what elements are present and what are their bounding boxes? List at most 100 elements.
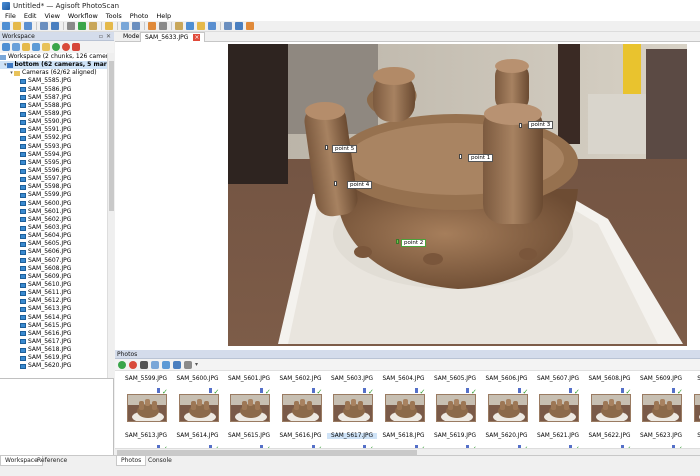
camera-item[interactable]: SAM_5607.JPG	[0, 257, 107, 265]
photo-thumbnail[interactable]: SAM_5603.JPG ✓	[327, 371, 377, 423]
filter-icon[interactable]	[162, 360, 170, 369]
camera-item[interactable]: SAM_5598.JPG	[0, 183, 107, 191]
image-add-icon[interactable]	[186, 22, 194, 30]
chevron-down-icon[interactable]: ▾	[195, 361, 198, 368]
photo-thumbnail[interactable]: SAM_5599.JPG ✓	[121, 371, 171, 423]
shade-icon[interactable]	[208, 22, 216, 30]
disable-icon[interactable]	[62, 43, 70, 51]
rect-select-icon[interactable]	[78, 22, 86, 30]
camera-item[interactable]: SAM_5614.JPG	[0, 314, 107, 322]
menu-tools[interactable]: Tools	[102, 11, 126, 21]
redo-icon[interactable]	[51, 22, 59, 30]
float-icon[interactable]: ▫	[99, 32, 103, 41]
marker-label-3[interactable]: point 3	[528, 121, 554, 129]
marker-pin-2[interactable]	[396, 239, 399, 244]
camera-item[interactable]: SAM_5596.JPG	[0, 167, 107, 175]
photo-thumbnail[interactable]: SAM_5605.JPG ✓	[430, 371, 480, 423]
camera-item[interactable]: SAM_5603.JPG	[0, 224, 107, 232]
camera-item[interactable]: SAM_5588.JPG	[0, 102, 107, 110]
scrollbar-thumb[interactable]	[109, 61, 114, 211]
photo-thumbnail[interactable]: SAM_5600.JPG ✓	[173, 371, 223, 423]
remove-icon[interactable]	[72, 43, 80, 51]
photo-canvas[interactable]: point 1 point 2 point 3 point 4 point 5	[228, 44, 687, 346]
remove-icon[interactable]	[140, 360, 148, 369]
camera-item[interactable]: SAM_5611.JPG	[0, 289, 107, 297]
camera-item[interactable]: SAM_5585.JPG	[0, 77, 107, 85]
rotate-right-icon[interactable]	[159, 22, 167, 30]
add-folder-icon[interactable]	[22, 43, 30, 51]
enable-icon[interactable]	[52, 43, 60, 51]
camera-item[interactable]: SAM_5609.JPG	[0, 273, 107, 281]
camera-item[interactable]: SAM_5586.JPG	[0, 86, 107, 94]
close-icon[interactable]: ✕	[106, 32, 111, 41]
camera-item[interactable]: SAM_5595.JPG	[0, 159, 107, 167]
camera-item[interactable]: SAM_5619.JPG	[0, 354, 107, 362]
disable-icon[interactable]	[129, 360, 137, 369]
grid-view-icon[interactable]	[184, 360, 192, 369]
add-chunk-icon[interactable]	[2, 43, 10, 51]
add-photos-icon[interactable]	[12, 43, 20, 51]
camera-item[interactable]: SAM_5593.JPG	[0, 143, 107, 151]
photo-thumbnail[interactable]: SAM_5602.JPG ✓	[276, 371, 326, 423]
menu-photo[interactable]: Photo	[126, 11, 153, 21]
photo-thumbnail[interactable]: SAM_5604.JPG ✓	[379, 371, 429, 423]
image-icon[interactable]	[175, 22, 183, 30]
camera-item[interactable]: SAM_5591.JPG	[0, 126, 107, 134]
reset-icon[interactable]	[151, 360, 159, 369]
tree-root[interactable]: Workspace (2 chunks, 126 cameras)	[0, 53, 107, 61]
camera-item[interactable]: SAM_5601.JPG	[0, 208, 107, 216]
save-icon[interactable]	[24, 22, 32, 30]
tab-console[interactable]: Console	[144, 456, 176, 466]
camera-item[interactable]: SAM_5587.JPG	[0, 94, 107, 102]
undo-icon[interactable]	[40, 22, 48, 30]
camera-item[interactable]: SAM_5610.JPG	[0, 281, 107, 289]
camera-item[interactable]: SAM_5608.JPG	[0, 265, 107, 273]
camera-item[interactable]: SAM_5604.JPG	[0, 232, 107, 240]
tree-cameras-folder[interactable]: ▾ Cameras (62/62 aligned)	[0, 69, 107, 77]
photo-thumbnail[interactable]: SAM_5609.JPG ✓	[636, 371, 686, 423]
marker-label-4[interactable]: point 4	[347, 181, 373, 189]
navigate-icon[interactable]	[105, 22, 113, 30]
folder-icon[interactable]	[42, 43, 50, 51]
camera-item[interactable]: SAM_5617.JPG	[0, 338, 107, 346]
camera-item[interactable]: SAM_5589.JPG	[0, 110, 107, 118]
photo-thumbnail[interactable]: SAM_5608.JPG ✓	[585, 371, 635, 423]
mask-icon[interactable]	[197, 22, 205, 30]
camera-item[interactable]: SAM_5605.JPG	[0, 240, 107, 248]
magic-wand-icon[interactable]	[132, 22, 140, 30]
marker-pin-5[interactable]	[325, 145, 328, 150]
point-icon[interactable]	[224, 22, 232, 30]
add-markers-icon[interactable]	[32, 43, 40, 51]
photo-thumbnail[interactable]: SAM_5607.JPG ✓	[533, 371, 583, 423]
camera-item[interactable]: SAM_5615.JPG	[0, 322, 107, 330]
camera-item[interactable]: SAM_5616.JPG	[0, 330, 107, 338]
camera-item[interactable]: SAM_5592.JPG	[0, 134, 107, 142]
camera-item[interactable]: SAM_5618.JPG	[0, 346, 107, 354]
circle-select-icon[interactable]	[89, 22, 97, 30]
tab-photos[interactable]: Photos	[116, 456, 147, 466]
marker-pin-3[interactable]	[519, 123, 522, 128]
photo-thumbnail[interactable]: SAM_5601.JPG ✓	[224, 371, 274, 423]
workspace-scrollbar[interactable]	[107, 53, 114, 378]
enable-icon[interactable]	[118, 360, 126, 369]
photo-thumbnail[interactable]: SAM_5610✓	[688, 371, 700, 423]
marker-pin-1[interactable]	[459, 154, 462, 159]
camera-item[interactable]: SAM_5600.JPG	[0, 200, 107, 208]
select-icon[interactable]	[67, 22, 75, 30]
open-icon[interactable]	[13, 22, 21, 30]
camera-item[interactable]: SAM_5602.JPG	[0, 216, 107, 224]
tab-photo[interactable]: SAM_5633.JPG ×	[140, 32, 206, 42]
menu-help[interactable]: Help	[152, 11, 175, 21]
zoom-icon[interactable]	[121, 22, 129, 30]
tree-chunk[interactable]: ▾ bottom (62 cameras, 5 markers, 32	[0, 61, 107, 70]
camera-item[interactable]: SAM_5612.JPG	[0, 297, 107, 305]
photos-scrollbar[interactable]	[115, 448, 700, 455]
new-icon[interactable]	[2, 22, 10, 30]
marker-label-2[interactable]: point 2	[401, 239, 427, 247]
camera-item[interactable]: SAM_5599.JPG	[0, 191, 107, 199]
tab-reference[interactable]: Reference	[33, 456, 71, 466]
menu-view[interactable]: View	[40, 11, 63, 21]
camera-item[interactable]: SAM_5590.JPG	[0, 118, 107, 126]
marker-label-5[interactable]: point 5	[332, 145, 358, 153]
menu-file[interactable]: File	[1, 11, 20, 21]
